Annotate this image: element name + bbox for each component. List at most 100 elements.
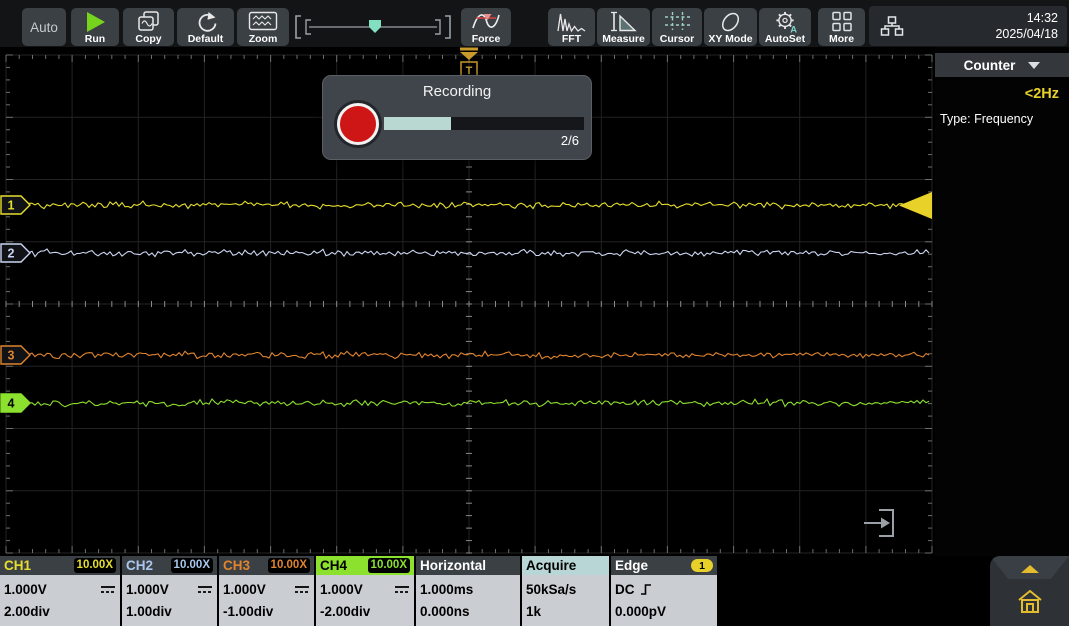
scale-value: 1.000V	[126, 583, 169, 597]
progress-count: 2/6	[561, 133, 579, 148]
clock-date: 2025/04/18	[904, 26, 1058, 42]
record-button[interactable]	[337, 103, 379, 145]
scale-value: 1.000V	[320, 583, 363, 597]
recording-title: Recording	[323, 83, 591, 100]
slider-right-bracket	[445, 16, 450, 38]
channel-box-ch4[interactable]: CH4 10.00X 1.000V -2.00div	[316, 556, 414, 626]
force-trigger-button[interactable]: Force	[461, 8, 511, 46]
channel-box-ch2[interactable]: CH2 10.00X 1.000V 1.00div	[122, 556, 217, 626]
auto-trigger-mode-button[interactable]: Auto	[22, 8, 66, 46]
svg-text:1: 1	[8, 199, 15, 213]
slider-left-bracket	[296, 16, 301, 38]
probe-attenuation-badge: 10.00X	[74, 558, 116, 573]
channel-header-ch2: CH2 10.00X	[122, 556, 217, 575]
more-button[interactable]: More	[818, 8, 865, 46]
dc-coupling-icon	[294, 584, 310, 595]
channel-name: CH2	[126, 558, 153, 573]
channel-marker-2[interactable]: 2	[1, 244, 30, 262]
slider-marker[interactable]	[369, 20, 381, 33]
channel-marker-4[interactable]: 4	[1, 394, 30, 412]
channel-name: CH3	[223, 558, 250, 573]
channel-box-ch1[interactable]: CH1 10.00X 1.000V 2.00div	[0, 556, 120, 626]
network-icon[interactable]	[879, 15, 904, 37]
probe-attenuation-badge: 10.00X	[368, 558, 410, 573]
autoset-button[interactable]: A AutoSet	[759, 8, 811, 46]
recording-dialog: Recording 2/6	[322, 75, 592, 160]
toolbar: Auto Run Copy Default Zoom	[0, 0, 1069, 47]
clock-panel: 14:32 2025/04/18	[869, 6, 1067, 46]
measure-icon	[610, 11, 637, 32]
zoom-icon	[248, 11, 278, 31]
memory-depth-value: 1k	[526, 605, 541, 619]
xy-mode-icon	[718, 11, 743, 33]
xy-mode-button[interactable]: XY Mode	[704, 8, 757, 46]
more-icon	[831, 11, 853, 32]
position-value: 2.00div	[4, 605, 50, 619]
counter-value: <2Hz	[935, 86, 1069, 102]
measure-button[interactable]: Measure	[597, 8, 650, 46]
nav-up-button[interactable]	[1021, 565, 1039, 573]
play-icon	[83, 11, 107, 33]
trigger-position-slider[interactable]	[292, 8, 454, 46]
clock-time: 14:32	[904, 10, 1058, 26]
probe-attenuation-badge: 10.00X	[171, 558, 213, 573]
dc-coupling-icon	[100, 584, 116, 595]
svg-text:3: 3	[8, 349, 15, 363]
copy-button[interactable]: Copy	[123, 8, 174, 46]
position-value: -2.00div	[320, 605, 370, 619]
channel-box-ch3[interactable]: CH3 10.00X 1.000V -1.00div	[219, 556, 314, 626]
channel-marker-3[interactable]: 3	[1, 346, 30, 364]
scale-value: 1.000V	[223, 583, 266, 597]
force-trigger-icon	[471, 11, 501, 33]
channel-header-ch1: CH1 10.00X	[0, 556, 120, 575]
reset-icon	[194, 11, 218, 32]
dc-coupling-icon	[197, 584, 213, 595]
bottom-status-bar: CH1 10.00X 1.000V 2.00div CH2 10.00X 1.0…	[0, 556, 1069, 626]
trigger-position-marker[interactable]: T	[460, 48, 478, 78]
trigger-level-marker[interactable]	[899, 192, 932, 219]
sample-rate-value: 50kSa/s	[526, 583, 576, 597]
nav-corner	[990, 556, 1069, 626]
rising-edge-icon	[640, 583, 652, 596]
svg-text:4: 4	[8, 397, 15, 411]
counter-type: Type: Frequency	[935, 112, 1069, 126]
home-button[interactable]	[1015, 586, 1045, 616]
dc-coupling-icon	[394, 584, 410, 595]
channel-marker-1[interactable]: 1	[1, 196, 30, 214]
copy-icon	[137, 11, 160, 32]
auto-label: Auto	[30, 20, 58, 35]
fft-button[interactable]: FFT	[548, 8, 595, 46]
svg-text:2: 2	[8, 247, 15, 261]
clock: 14:32 2025/04/18	[904, 10, 1067, 43]
acquire-box[interactable]: Acquire 50kSa/s 1k	[522, 556, 609, 626]
scale-value: 1.000V	[4, 583, 47, 597]
trigger-source-badge: 1	[691, 559, 713, 572]
edge-trigger-box[interactable]: Edge 1 DC 0.000pV	[611, 556, 717, 626]
channel-header-ch4: CH4 10.00X	[316, 556, 414, 575]
acquire-header: Acquire	[522, 556, 609, 575]
run-button[interactable]: Run	[71, 8, 119, 46]
trigger-coupling-value: DC	[615, 583, 635, 597]
zoom-button[interactable]: Zoom	[237, 8, 289, 46]
fft-icon	[557, 11, 586, 33]
delay-value: 0.000ns	[420, 605, 470, 619]
position-value: 1.00div	[126, 605, 172, 619]
default-button[interactable]: Default	[177, 8, 234, 46]
cursor-icon	[664, 11, 691, 31]
chevron-down-icon	[1028, 62, 1040, 69]
counter-panel: Counter <2Hz Type: Frequency	[935, 47, 1069, 556]
progress-fill	[384, 117, 451, 130]
edge-header: Edge 1	[611, 556, 717, 575]
counter-title: Counter	[964, 58, 1016, 73]
counter-header[interactable]: Counter	[935, 53, 1069, 77]
position-value: -1.00div	[223, 605, 273, 619]
page-exit-icon[interactable]	[864, 510, 893, 536]
counter-type-label: Type:	[940, 112, 971, 126]
oscilloscope-screen: Auto Run Copy Default Zoom	[0, 0, 1069, 626]
main-area: 1 2 3 4 T Counter <2Hz Type: Frequency Recor…	[0, 47, 1069, 556]
horizontal-header: Horizontal	[416, 556, 520, 575]
trigger-level-value: 0.000pV	[615, 605, 666, 619]
horizontal-box[interactable]: Horizontal 1.000ms 0.000ns	[416, 556, 520, 626]
timebase-value: 1.000ms	[420, 583, 473, 597]
cursor-button[interactable]: Cursor	[652, 8, 702, 46]
